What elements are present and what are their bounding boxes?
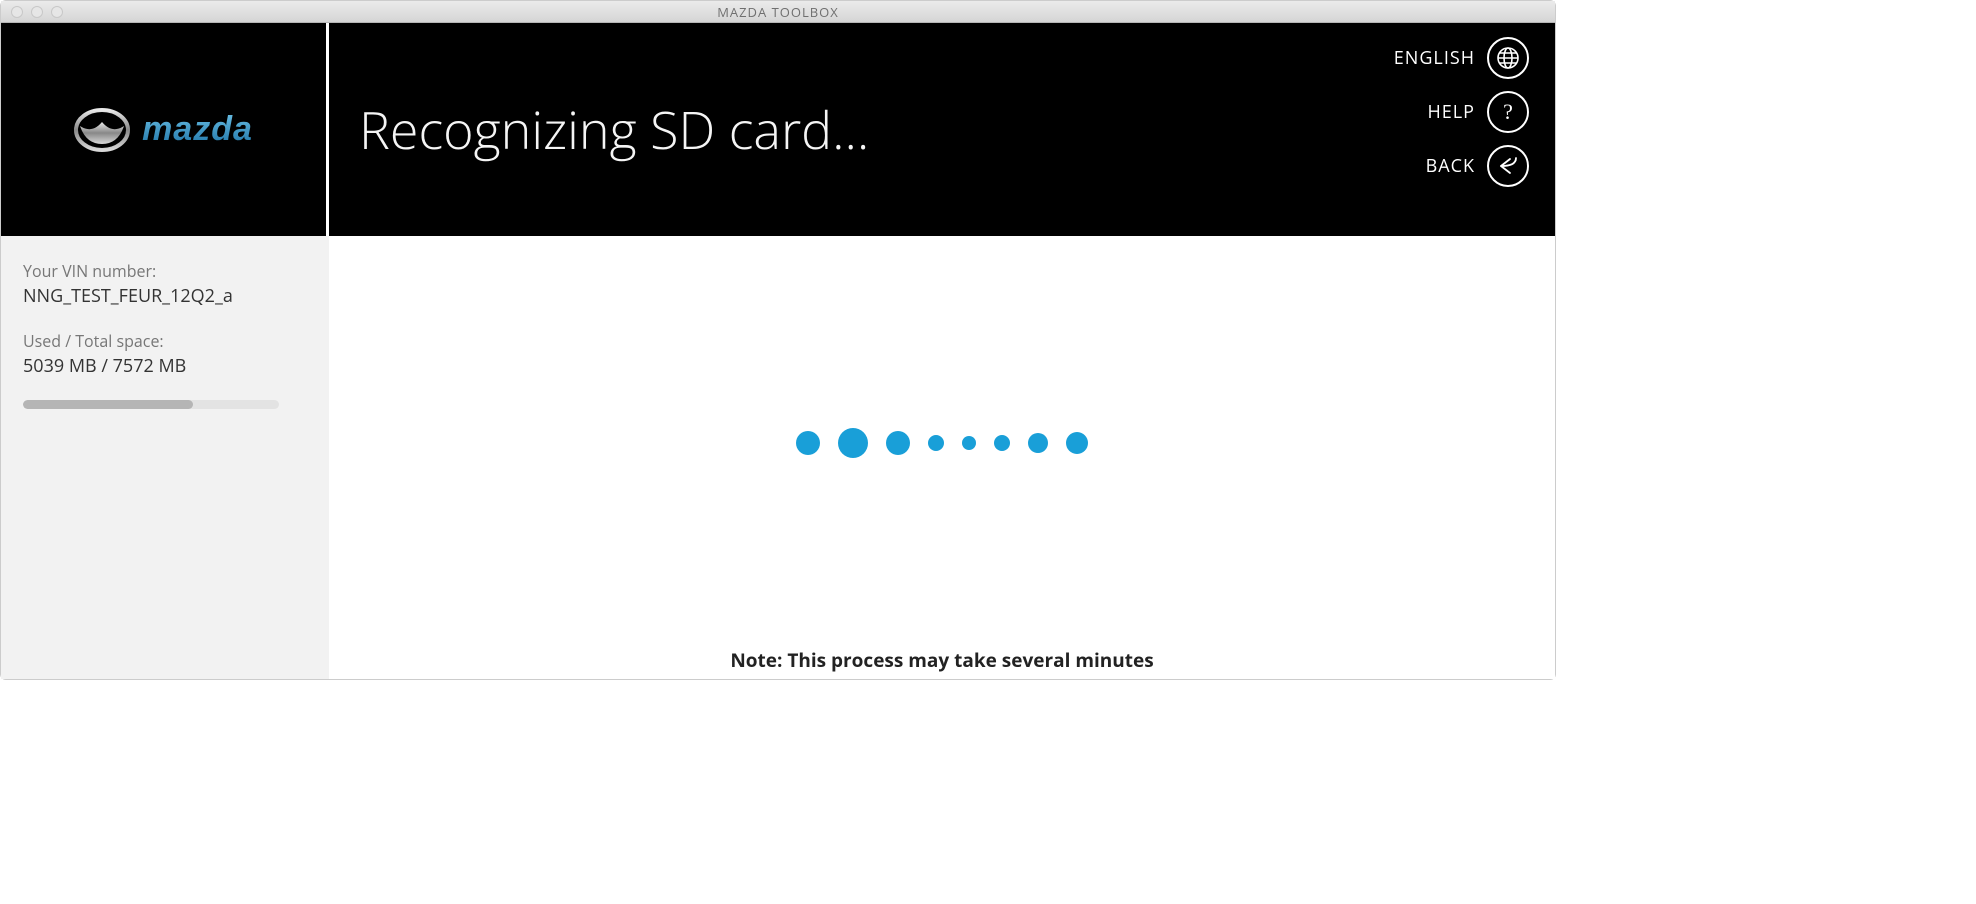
brand-name: mazda <box>142 110 253 149</box>
loader-dot <box>962 436 976 450</box>
help-label: HELP <box>1428 100 1476 124</box>
loader-dot <box>928 435 944 451</box>
help-button[interactable]: HELP ? <box>1394 91 1529 133</box>
brand-logo: mazda <box>74 108 253 152</box>
vin-value: NNG_TEST_FEUR_12Q2_a <box>23 284 307 308</box>
device-info: Your VIN number: NNG_TEST_FEUR_12Q2_a Us… <box>1 236 329 433</box>
space-value: 5039 MB / 7572 MB <box>23 354 307 378</box>
window-title: MAZDA TOOLBOX <box>1 3 1555 21</box>
loader-dot <box>1066 432 1088 454</box>
process-note: Note: This process may take several minu… <box>730 647 1153 673</box>
loader-dot <box>1028 433 1048 453</box>
globe-icon <box>1487 37 1529 79</box>
storage-progress <box>23 400 279 409</box>
window-titlebar: MAZDA TOOLBOX <box>1 1 1555 23</box>
logo-area: mazda <box>1 23 329 236</box>
main-content: Note: This process may take several minu… <box>329 236 1555 679</box>
page-title: Recognizing SD card... <box>359 94 869 165</box>
loader-dot <box>838 428 868 458</box>
back-button[interactable]: BACK <box>1394 145 1529 187</box>
sidebar: mazda Your VIN number: NNG_TEST_FEUR_12Q… <box>1 23 329 679</box>
loader-dot <box>796 431 820 455</box>
language-button[interactable]: ENGLISH <box>1394 37 1529 79</box>
back-label: BACK <box>1426 154 1475 178</box>
storage-progress-bar <box>23 400 193 409</box>
question-icon: ? <box>1487 91 1529 133</box>
loader-dot <box>994 435 1010 451</box>
space-label: Used / Total space: <box>23 330 307 352</box>
back-arrow-icon <box>1487 145 1529 187</box>
vin-label: Your VIN number: <box>23 260 307 282</box>
loading-indicator <box>796 428 1088 458</box>
language-label: ENGLISH <box>1394 46 1475 70</box>
page-header: Recognizing SD card... ENGLISH HELP <box>329 23 1555 236</box>
mazda-emblem-icon <box>74 108 130 152</box>
loader-dot <box>886 431 910 455</box>
